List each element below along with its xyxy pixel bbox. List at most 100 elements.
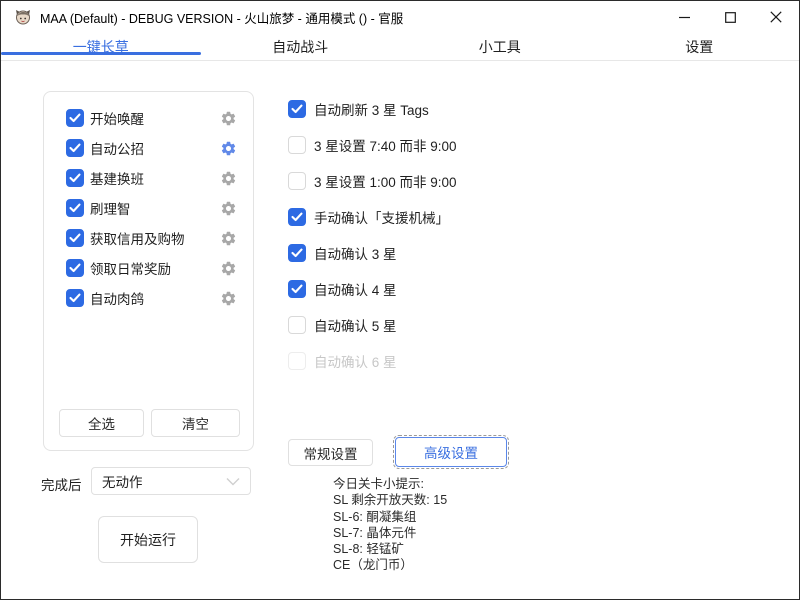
app-window: MAA (Default) - DEBUG VERSION - 火山旅梦 - 通… xyxy=(0,0,800,600)
after-completion-value: 无动作 xyxy=(102,471,143,491)
task-label[interactable]: 基建换班 xyxy=(90,168,144,188)
gear-icon[interactable] xyxy=(220,140,237,157)
check-icon xyxy=(69,143,81,153)
check-icon xyxy=(291,248,303,258)
task-row: 获取信用及购物 xyxy=(44,229,253,247)
checkbox[interactable] xyxy=(66,169,84,187)
tab-3[interactable]: 设置 xyxy=(600,33,800,60)
tip-line: 今日关卡小提示: xyxy=(333,476,447,492)
minimize-button[interactable] xyxy=(661,1,707,33)
clear-button[interactable]: 清空 xyxy=(151,409,240,437)
titlebar: MAA (Default) - DEBUG VERSION - 火山旅梦 - 通… xyxy=(1,1,799,33)
task-label[interactable]: 刷理智 xyxy=(90,198,131,218)
tip-line: CE（龙门币） xyxy=(333,557,447,573)
option-label[interactable]: 3 星设置 7:40 而非 9:00 xyxy=(314,135,457,155)
checkbox[interactable] xyxy=(66,289,84,307)
after-completion-select[interactable]: 无动作 xyxy=(91,467,251,495)
checkbox[interactable] xyxy=(288,316,306,334)
tip-line: SL-6: 酮凝集组 xyxy=(333,509,447,525)
window-title: MAA (Default) - DEBUG VERSION - 火山旅梦 - 通… xyxy=(40,8,403,27)
after-completion-label: 完成后 xyxy=(41,474,82,494)
checkbox[interactable] xyxy=(288,244,306,262)
checkbox[interactable] xyxy=(66,229,84,247)
window-controls xyxy=(661,1,799,33)
gear-icon[interactable] xyxy=(220,200,237,217)
tab-label: 小工具 xyxy=(479,37,521,57)
task-label[interactable]: 开始唤醒 xyxy=(90,108,144,128)
task-row: 开始唤醒 xyxy=(44,109,253,127)
option-row: 3 星设置 1:00 而非 9:00 xyxy=(288,172,457,190)
recruit-options-list: 自动刷新 3 星 Tags 3 星设置 7:40 而非 9:00 3 星设置 1… xyxy=(288,100,457,388)
option-label[interactable]: 自动确认 5 星 xyxy=(314,315,397,335)
checkbox[interactable] xyxy=(66,139,84,157)
task-row: 刷理智 xyxy=(44,199,253,217)
option-row: 自动确认 6 星 xyxy=(288,352,457,370)
tab-label: 自动战斗 xyxy=(272,37,328,57)
check-icon xyxy=(69,203,81,213)
task-label[interactable]: 领取日常奖励 xyxy=(90,258,171,278)
option-row: 自动刷新 3 星 Tags xyxy=(288,100,457,118)
tab-label: 设置 xyxy=(685,37,713,57)
checkbox[interactable] xyxy=(66,199,84,217)
checkbox[interactable] xyxy=(288,136,306,154)
option-row: 自动确认 5 星 xyxy=(288,316,457,334)
gear-icon[interactable] xyxy=(220,170,237,187)
tip-line: SL 剩余开放天数: 15 xyxy=(333,492,447,508)
task-panel: 开始唤醒 自动公招 基建换班 刷理智 获取信用及购物 xyxy=(43,91,254,451)
checkbox[interactable] xyxy=(288,280,306,298)
option-label[interactable]: 手动确认「支援机械」 xyxy=(314,207,449,227)
active-tab-underline xyxy=(1,52,201,55)
chevron-down-icon xyxy=(226,477,240,486)
task-label[interactable]: 获取信用及购物 xyxy=(90,228,185,248)
check-icon xyxy=(69,233,81,243)
close-button[interactable] xyxy=(753,1,799,33)
task-list: 开始唤醒 自动公招 基建换班 刷理智 获取信用及购物 xyxy=(44,92,253,307)
start-button[interactable]: 开始运行 xyxy=(98,516,198,563)
option-row: 手动确认「支援机械」 xyxy=(288,208,457,226)
option-label[interactable]: 自动刷新 3 星 Tags xyxy=(314,99,429,119)
minimize-icon xyxy=(679,12,690,23)
option-label[interactable]: 自动确认 3 星 xyxy=(314,243,397,263)
tab-bar: 一键长草 自动战斗 小工具 设置 xyxy=(1,33,799,61)
task-row: 自动公招 xyxy=(44,139,253,157)
tab-0[interactable]: 一键长草 xyxy=(1,33,201,60)
checkbox[interactable] xyxy=(288,208,306,226)
option-label[interactable]: 自动确认 4 星 xyxy=(314,279,397,299)
gear-icon[interactable] xyxy=(220,290,237,307)
option-label[interactable]: 3 星设置 1:00 而非 9:00 xyxy=(314,171,457,191)
tab-1[interactable]: 自动战斗 xyxy=(201,33,401,60)
app-logo-icon xyxy=(14,8,32,26)
tip-line: SL-7: 晶体元件 xyxy=(333,525,447,541)
check-icon xyxy=(69,293,81,303)
tab-2[interactable]: 小工具 xyxy=(400,33,600,60)
check-icon xyxy=(69,173,81,183)
advanced-settings-button[interactable]: 高级设置 xyxy=(395,437,507,467)
check-icon xyxy=(69,263,81,273)
task-row: 基建换班 xyxy=(44,169,253,187)
option-label[interactable]: 自动确认 6 星 xyxy=(314,351,397,371)
check-icon xyxy=(291,104,303,114)
stage-tips: 今日关卡小提示:SL 剩余开放天数: 15SL-6: 酮凝集组SL-7: 晶体元… xyxy=(333,476,447,574)
maximize-icon xyxy=(725,12,736,23)
gear-icon[interactable] xyxy=(220,260,237,277)
checkbox[interactable] xyxy=(288,352,306,370)
gear-icon[interactable] xyxy=(220,110,237,127)
maximize-button[interactable] xyxy=(707,1,753,33)
task-label[interactable]: 自动公招 xyxy=(90,138,144,158)
gear-icon[interactable] xyxy=(220,230,237,247)
select-all-button[interactable]: 全选 xyxy=(59,409,144,437)
check-icon xyxy=(291,284,303,294)
checkbox[interactable] xyxy=(288,172,306,190)
option-row: 自动确认 3 星 xyxy=(288,244,457,262)
close-icon xyxy=(770,11,782,23)
checkbox[interactable] xyxy=(288,100,306,118)
option-row: 3 星设置 7:40 而非 9:00 xyxy=(288,136,457,154)
task-row: 领取日常奖励 xyxy=(44,259,253,277)
checkbox[interactable] xyxy=(66,259,84,277)
checkbox[interactable] xyxy=(66,109,84,127)
option-row: 自动确认 4 星 xyxy=(288,280,457,298)
general-settings-button[interactable]: 常规设置 xyxy=(288,439,373,466)
task-row: 自动肉鸽 xyxy=(44,289,253,307)
task-label[interactable]: 自动肉鸽 xyxy=(90,288,144,308)
tip-line: SL-8: 轻锰矿 xyxy=(333,541,447,557)
